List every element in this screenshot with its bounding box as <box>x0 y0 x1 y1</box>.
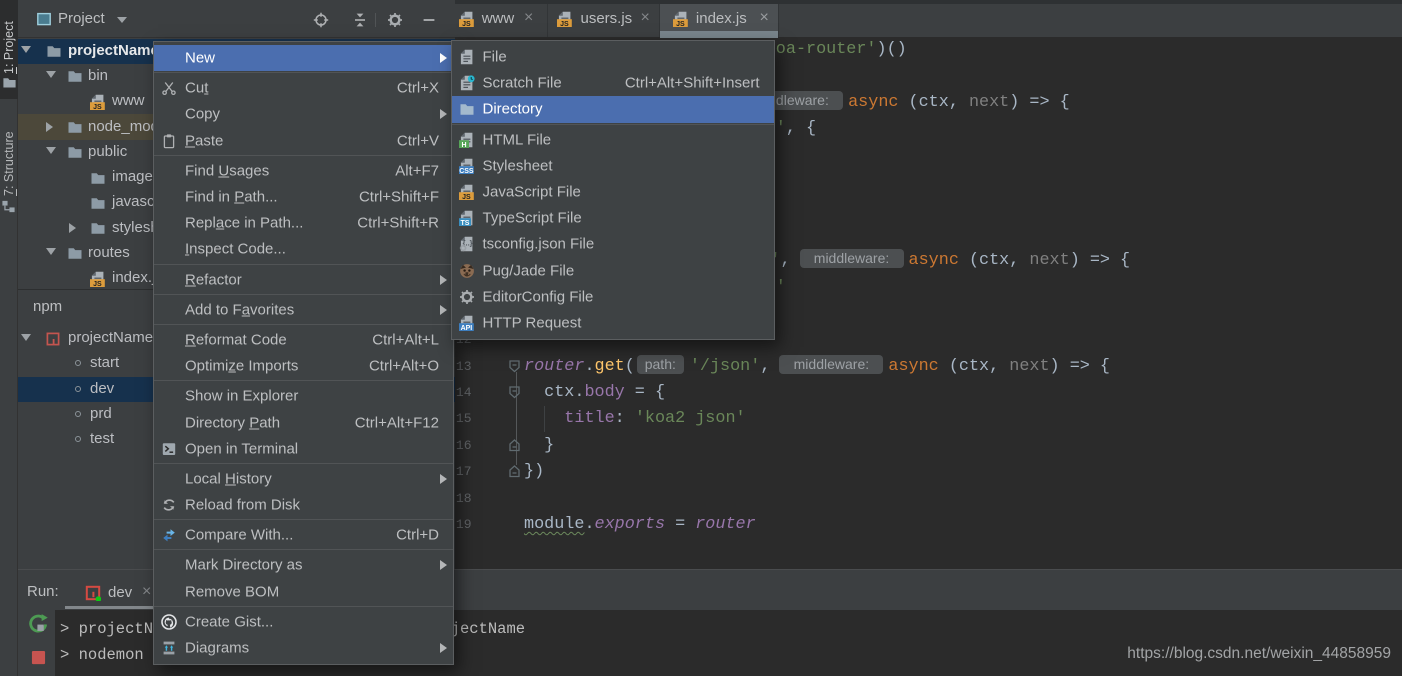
svg-text:CSS: CSS <box>459 168 474 174</box>
svg-text:JS: JS <box>676 21 685 27</box>
svg-text:JS: JS <box>560 21 569 27</box>
svg-text:API: API <box>460 325 472 331</box>
svg-text:JS: JS <box>462 194 471 200</box>
svg-text:H: H <box>461 141 466 147</box>
svg-text:TS: TS <box>460 220 469 226</box>
svg-text:JS: JS <box>93 280 102 286</box>
svg-text:JS: JS <box>93 103 102 109</box>
svg-text:JS: JS <box>462 21 471 27</box>
